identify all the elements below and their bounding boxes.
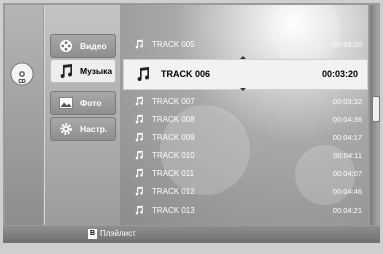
- menu-item-label: Музыка: [80, 66, 113, 76]
- bottom-hint-bar: [3, 226, 380, 243]
- track-row[interactable]: TRACK 005 00:03:20: [134, 35, 362, 53]
- track-duration: 00:04:17: [332, 132, 362, 142]
- track-title: TRACK 011: [152, 168, 195, 178]
- device-column: [5, 5, 43, 225]
- category-menu: Видео Музыка Фото Настр.: [44, 5, 121, 225]
- music-note-icon: [135, 66, 151, 87]
- scroll-down-arrow-icon: [240, 88, 246, 91]
- track-duration: 00:03:32: [332, 96, 362, 106]
- b-button-icon[interactable]: B: [88, 229, 97, 239]
- track-title: TRACK 007: [152, 96, 195, 106]
- track-row-selected[interactable]: TRACK 006 00:03:20: [123, 56, 368, 91]
- menu-item-settings[interactable]: Настр.: [50, 117, 116, 141]
- track-duration: 00:04:46: [332, 186, 362, 196]
- music-note-icon: [57, 63, 75, 79]
- track-row[interactable]: TRACK 013 00:04:21: [134, 201, 362, 219]
- music-note-icon: [134, 114, 146, 124]
- track-row[interactable]: TRACK 009 00:04:17: [134, 128, 362, 146]
- menu-item-label: Видео: [80, 41, 107, 51]
- gear-icon: [57, 121, 75, 137]
- track-title: TRACK 013: [152, 205, 195, 215]
- playlist-hint-label: Плэйлист: [100, 229, 136, 238]
- menu-item-photo[interactable]: Фото: [50, 91, 116, 115]
- music-note-icon: [134, 39, 146, 49]
- track-duration: 00:03:20: [321, 69, 358, 79]
- music-note-icon: [134, 96, 146, 106]
- track-duration: 00:03:20: [332, 39, 362, 49]
- cd-label: CD: [18, 79, 26, 85]
- track-row[interactable]: TRACK 012 00:04:46: [134, 182, 362, 200]
- track-title: TRACK 008: [152, 114, 195, 124]
- track-row[interactable]: TRACK 007 00:03:32: [134, 92, 362, 110]
- cd-icon[interactable]: CD: [10, 62, 34, 86]
- scrollbar-thumb[interactable]: [372, 96, 380, 122]
- film-reel-icon: [57, 38, 75, 54]
- menu-item-label: Настр.: [80, 124, 108, 134]
- music-note-icon: [134, 186, 146, 196]
- track-duration: 00:04:36: [332, 114, 362, 124]
- menu-item-music[interactable]: Музыка: [50, 59, 116, 83]
- track-duration: 00:04:21: [332, 205, 362, 215]
- track-row[interactable]: TRACK 011 00:04:07: [134, 164, 362, 182]
- track-duration: 00:04:11: [333, 150, 362, 160]
- track-title: TRACK 012: [152, 186, 195, 196]
- music-note-icon: [134, 132, 146, 142]
- track-title: TRACK 006: [161, 69, 211, 79]
- track-list: TRACK 005 00:03:20 TRACK 006 00:03:20 TR…: [120, 5, 368, 225]
- menu-item-label: Фото: [80, 98, 102, 108]
- track-row[interactable]: TRACK 010 00:04:11: [134, 146, 362, 164]
- track-title: TRACK 005: [152, 39, 195, 49]
- music-note-icon: [134, 205, 146, 215]
- track-row[interactable]: TRACK 008 00:04:36: [134, 110, 362, 128]
- menu-item-video[interactable]: Видео: [50, 34, 116, 58]
- track-title: TRACK 010: [152, 150, 195, 160]
- photo-icon: [57, 95, 75, 111]
- track-duration: 00:04:07: [332, 168, 362, 178]
- music-note-icon: [134, 150, 146, 160]
- screen: CD Видео Музыка Фото Настр. TRACK 005 00…: [0, 0, 383, 254]
- scroll-up-arrow-icon: [240, 56, 246, 59]
- track-title: TRACK 009: [152, 132, 195, 142]
- music-note-icon: [134, 168, 146, 178]
